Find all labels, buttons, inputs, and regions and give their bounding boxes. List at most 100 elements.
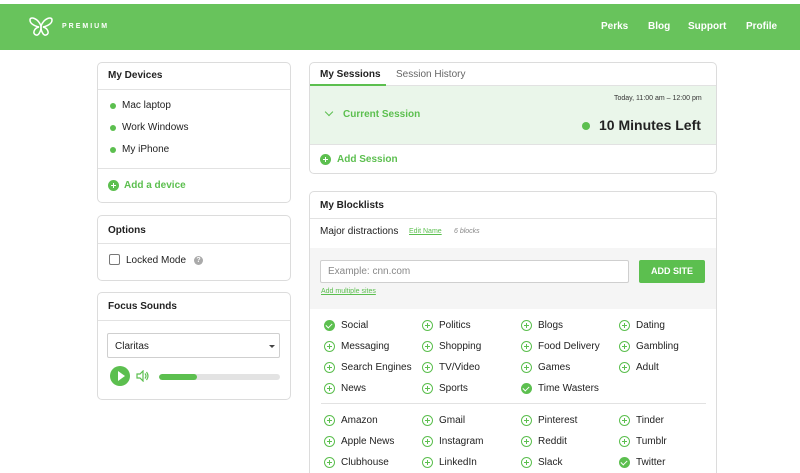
device-item[interactable]: Mac laptop [122, 100, 171, 111]
block-item-time-wasters[interactable]: Time Wasters [538, 383, 599, 394]
nav-link-perks[interactable]: Perks [601, 21, 628, 32]
add-site-input[interactable]: Example: cnn.com [320, 260, 629, 283]
block-item-pinterest[interactable]: Pinterest [538, 415, 577, 426]
block-item-sports[interactable]: Sports [439, 383, 468, 394]
block-item-food-delivery[interactable]: Food Delivery [538, 341, 600, 352]
plus-circle-icon[interactable] [324, 415, 335, 426]
block-item-tinder[interactable]: Tinder [636, 415, 664, 426]
top-navigation-bar: PREMIUM Perks Blog Support Profile [0, 4, 800, 50]
plus-circle-icon[interactable] [521, 320, 532, 331]
chevron-down-icon[interactable] [324, 107, 334, 117]
block-item-news[interactable]: News [341, 383, 366, 394]
block-item-search-engines[interactable]: Search Engines [341, 362, 412, 373]
plus-circle-icon[interactable] [422, 415, 433, 426]
sessions-card: My Sessions Session History Current Sess… [309, 62, 717, 174]
locked-mode-label[interactable]: Locked Mode [126, 255, 186, 266]
plus-circle-icon[interactable] [619, 362, 630, 373]
add-device-icon[interactable] [108, 180, 119, 191]
butterfly-logo-icon[interactable] [28, 16, 54, 38]
plus-circle-icon[interactable] [619, 436, 630, 447]
block-item-gmail[interactable]: Gmail [439, 415, 465, 426]
block-item-politics[interactable]: Politics [439, 320, 471, 331]
device-item[interactable]: My iPhone [122, 144, 169, 155]
plus-circle-icon[interactable] [521, 341, 532, 352]
plus-circle-icon[interactable] [521, 415, 532, 426]
plus-circle-icon[interactable] [324, 341, 335, 352]
block-item-clubhouse[interactable]: Clubhouse [341, 457, 389, 468]
play-icon[interactable] [110, 366, 130, 386]
add-device-button[interactable]: Add a device [124, 180, 186, 191]
plus-circle-icon[interactable] [324, 362, 335, 373]
check-circle-icon[interactable] [324, 320, 335, 331]
focus-sounds-card: Focus Sounds Claritas [97, 292, 291, 400]
blocklists-title: My Blocklists [320, 200, 384, 211]
devices-title: My Devices [108, 70, 163, 81]
session-active-dot [582, 122, 590, 130]
plus-circle-icon[interactable] [324, 383, 335, 394]
check-circle-icon[interactable] [619, 457, 630, 468]
block-item-instagram[interactable]: Instagram [439, 436, 483, 447]
plus-circle-icon[interactable] [422, 341, 433, 352]
add-session-button[interactable]: Add Session [337, 154, 398, 165]
help-icon[interactable]: ? [194, 256, 203, 265]
block-item-messaging[interactable]: Messaging [341, 341, 389, 352]
plus-circle-icon[interactable] [422, 320, 433, 331]
tab-my-sessions[interactable]: My Sessions [320, 69, 381, 80]
blocklist-name: Major distractions [320, 226, 399, 237]
sound-select[interactable]: Claritas [107, 333, 280, 358]
plus-circle-icon[interactable] [521, 362, 532, 373]
plus-circle-icon[interactable] [619, 320, 630, 331]
block-item-blogs[interactable]: Blogs [538, 320, 563, 331]
block-item-apple-news[interactable]: Apple News [341, 436, 394, 447]
plus-circle-icon[interactable] [324, 457, 335, 468]
plus-circle-icon[interactable] [324, 436, 335, 447]
device-status-dot [110, 147, 116, 153]
add-multiple-sites-link[interactable]: Add multiple sites [321, 288, 376, 295]
block-item-games[interactable]: Games [538, 362, 570, 373]
plus-circle-icon[interactable] [521, 436, 532, 447]
session-time-range: Today, 11:00 am – 12:00 pm [614, 95, 702, 102]
block-item-reddit[interactable]: Reddit [538, 436, 567, 447]
plus-circle-icon[interactable] [521, 457, 532, 468]
brand-label: PREMIUM [62, 23, 110, 30]
block-item-slack[interactable]: Slack [538, 457, 562, 468]
nav-link-blog[interactable]: Blog [648, 21, 670, 32]
block-item-twitter[interactable]: Twitter [636, 457, 665, 468]
current-session-panel[interactable]: Current Session Today, 11:00 am – 12:00 … [310, 86, 716, 144]
block-item-gambling[interactable]: Gambling [636, 341, 679, 352]
session-time-left: 10 Minutes Left [599, 117, 701, 133]
blocklists-card: My Blocklists Major distractions Edit Na… [309, 191, 717, 473]
plus-circle-icon[interactable] [422, 457, 433, 468]
plus-circle-icon[interactable] [422, 362, 433, 373]
add-site-form: Example: cnn.com ADD SITE Add multiple s… [310, 248, 716, 309]
volume-slider-fill [159, 374, 197, 380]
block-item-tv-video[interactable]: TV/Video [439, 362, 480, 373]
block-item-tumblr[interactable]: Tumblr [636, 436, 667, 447]
plus-circle-icon[interactable] [422, 383, 433, 394]
current-session-label[interactable]: Current Session [343, 109, 420, 120]
add-site-button[interactable]: ADD SITE [639, 260, 705, 283]
nav-link-support[interactable]: Support [688, 21, 726, 32]
plus-circle-icon[interactable] [619, 415, 630, 426]
locked-mode-checkbox[interactable] [109, 254, 120, 265]
edit-name-link[interactable]: Edit Name [409, 228, 442, 235]
nav-link-profile[interactable]: Profile [746, 21, 777, 32]
divider [310, 144, 716, 145]
check-circle-icon[interactable] [521, 383, 532, 394]
options-card: Options Locked Mode ? [97, 215, 291, 281]
tab-session-history[interactable]: Session History [396, 69, 465, 80]
device-item[interactable]: Work Windows [122, 122, 189, 133]
block-item-shopping[interactable]: Shopping [439, 341, 481, 352]
volume-icon[interactable] [136, 370, 150, 382]
divider [321, 403, 706, 404]
block-item-amazon[interactable]: Amazon [341, 415, 378, 426]
volume-slider[interactable] [159, 374, 280, 380]
devices-card: My Devices Mac laptop Work Windows My iP… [97, 62, 291, 203]
plus-circle-icon[interactable] [619, 341, 630, 352]
block-item-linkedin[interactable]: LinkedIn [439, 457, 477, 468]
block-item-social[interactable]: Social [341, 320, 368, 331]
add-session-icon[interactable] [320, 154, 331, 165]
block-item-adult[interactable]: Adult [636, 362, 659, 373]
block-item-dating[interactable]: Dating [636, 320, 665, 331]
plus-circle-icon[interactable] [422, 436, 433, 447]
